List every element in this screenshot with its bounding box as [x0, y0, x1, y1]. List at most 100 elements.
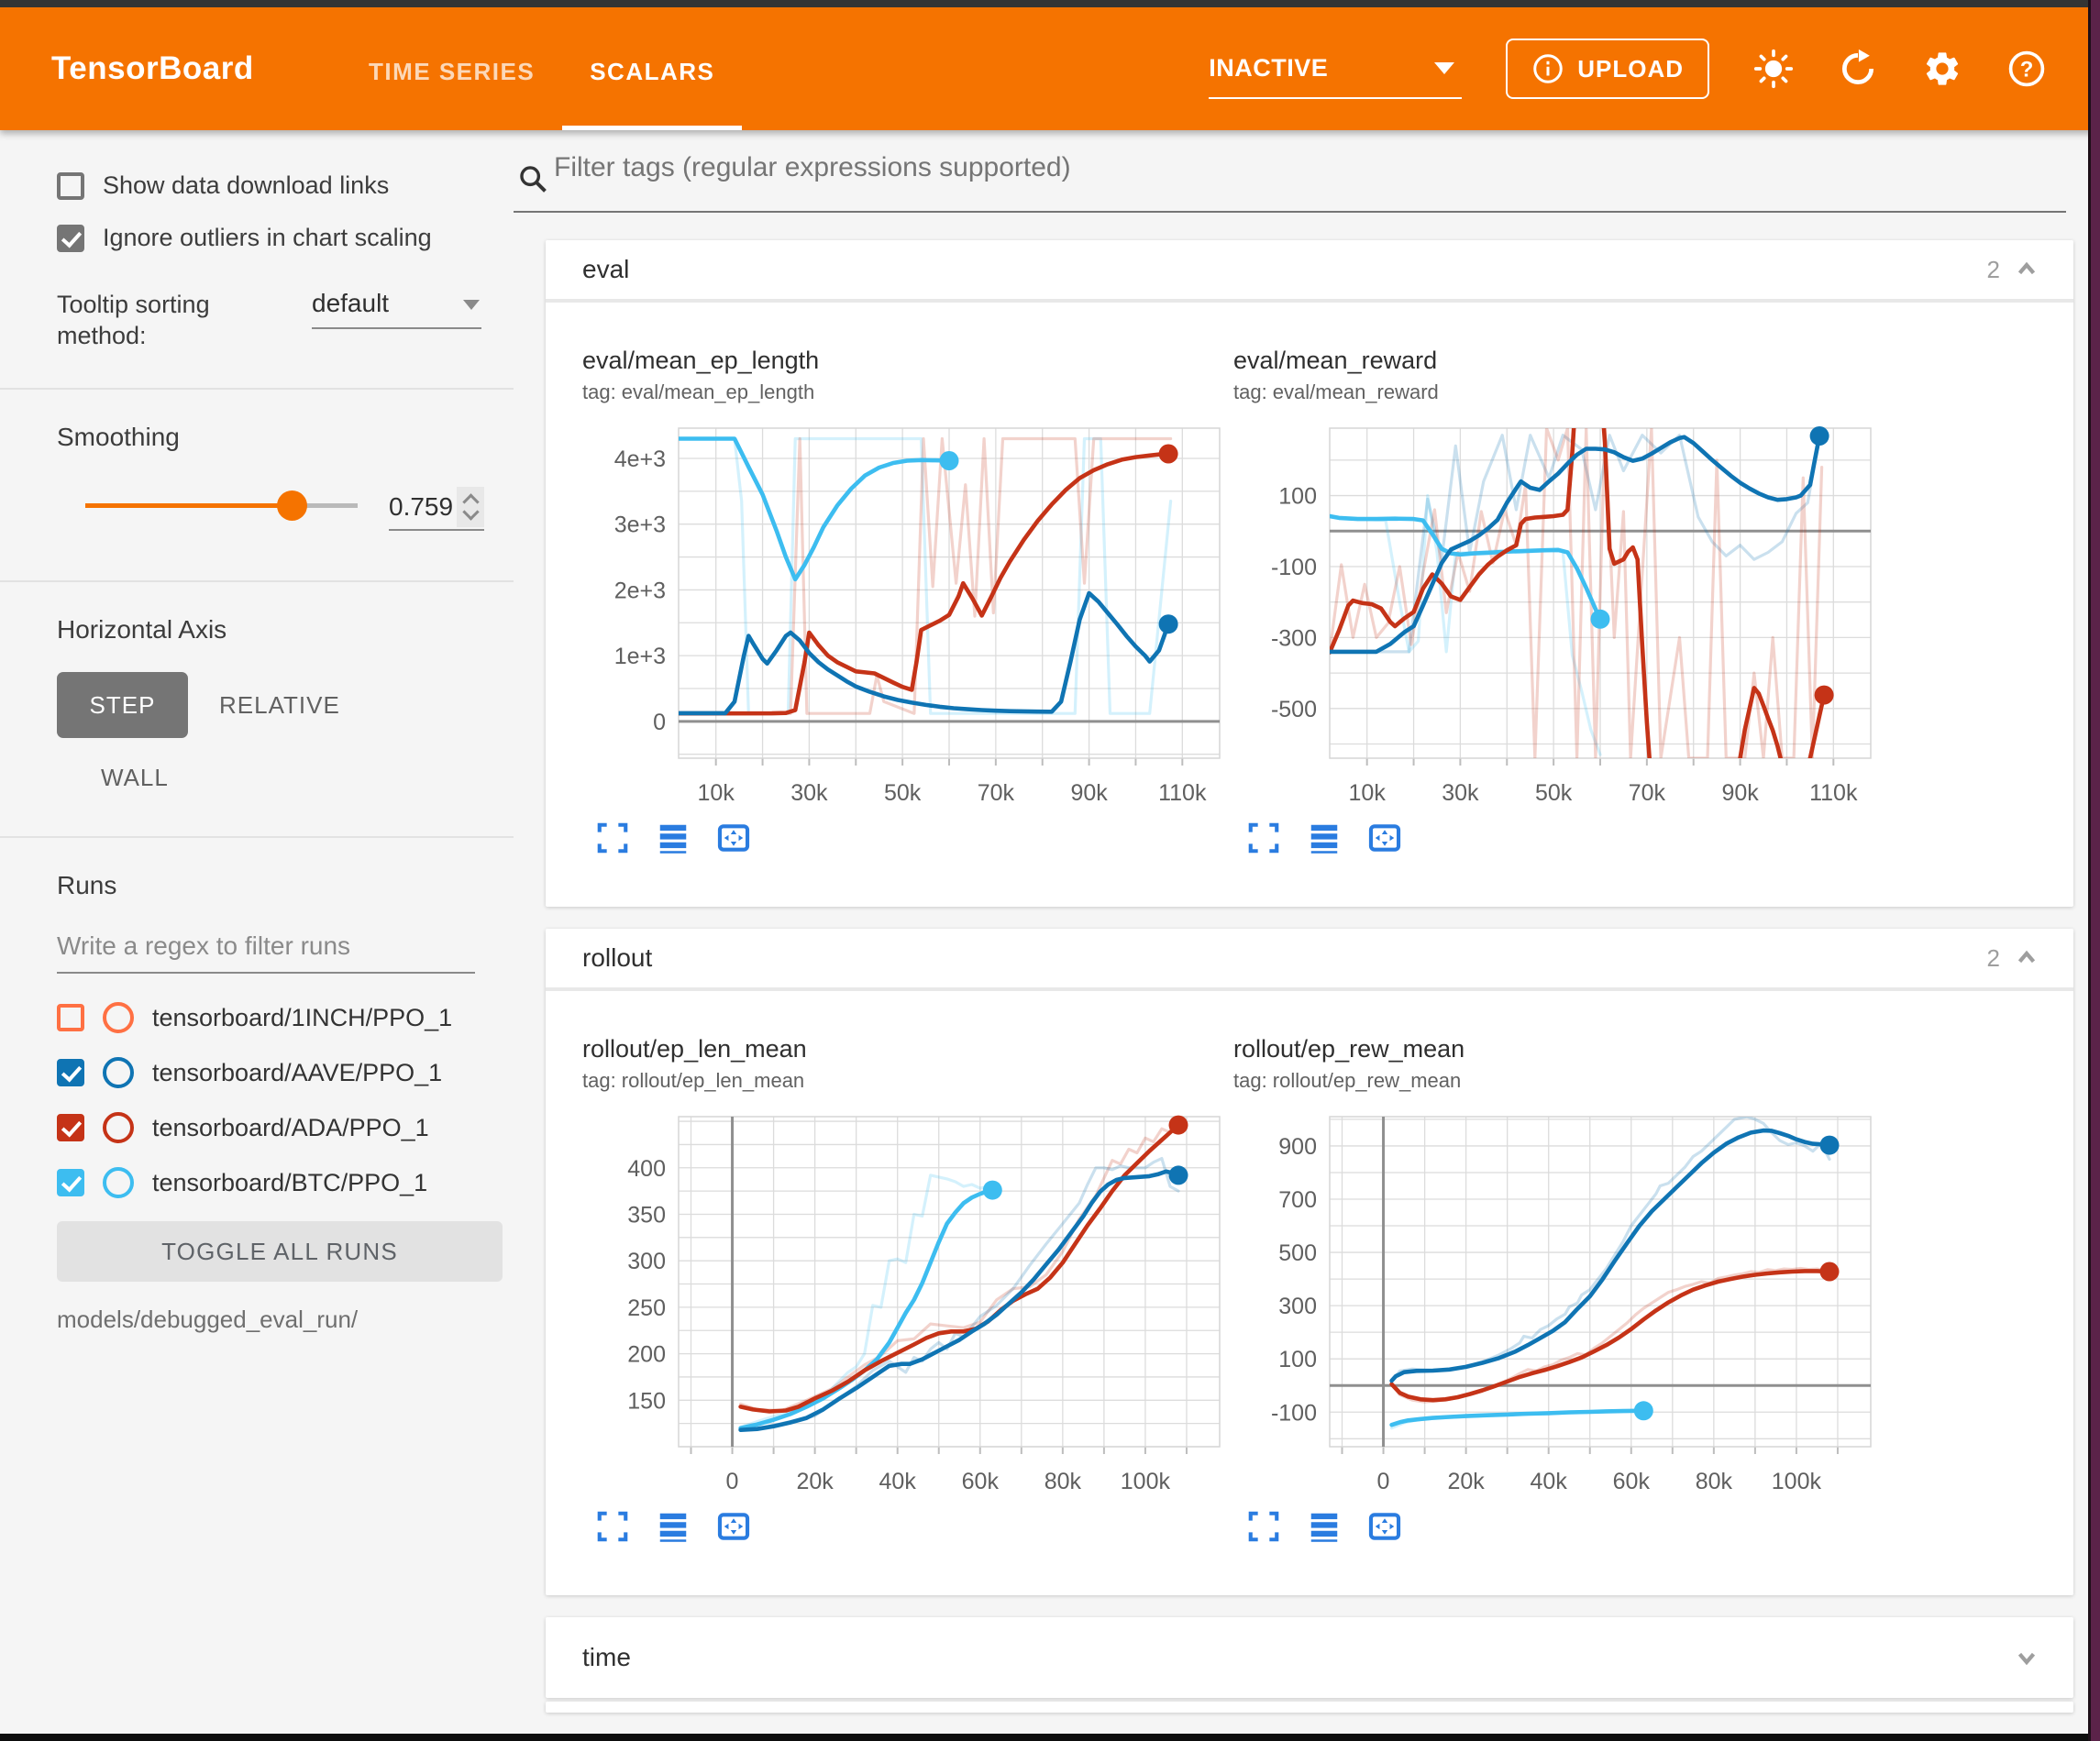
fullscreen-icon[interactable] [1246, 821, 1281, 855]
number-stepper[interactable] [457, 487, 484, 527]
run-checkbox[interactable] [57, 1004, 84, 1031]
upload-button[interactable]: UPLOAD [1506, 39, 1709, 99]
chart-rollout-ep-len-mean[interactable]: 150200250300350400020k40k60k80k100k [582, 1104, 1229, 1498]
data-table-icon[interactable] [656, 1509, 691, 1544]
smoothing-value-field[interactable]: 0.759 [389, 485, 484, 531]
svg-text:100k: 100k [1121, 1469, 1171, 1494]
logdir-path: models/debugged_eval_run/ [57, 1306, 514, 1334]
chart-tag: tag: rollout/ep_rew_mean [1233, 1069, 1880, 1093]
tab-scalars[interactable]: SCALARS [562, 7, 742, 130]
window-right-edge [2088, 0, 2100, 1741]
section-header-eval[interactable]: eval 2 [546, 240, 2073, 303]
run-checkbox[interactable] [57, 1169, 84, 1196]
chart-block-eval-mean-reward: eval/mean_reward tag: eval/mean_reward 1… [1233, 347, 1880, 855]
axis-relative-button[interactable]: RELATIVE [219, 691, 340, 720]
svg-text:?: ? [2020, 57, 2034, 82]
svg-text:100: 100 [1278, 1347, 1317, 1372]
chevron-up-icon[interactable] [2013, 944, 2040, 972]
tab-time-series[interactable]: TIME SERIES [341, 7, 562, 130]
settings-gear-icon[interactable] [1922, 49, 1962, 89]
chart-actions [582, 821, 1229, 855]
svg-text:3e+3: 3e+3 [614, 512, 666, 538]
svg-text:0: 0 [653, 710, 666, 735]
run-color-circle[interactable] [103, 1112, 134, 1143]
show-download-links-checkbox[interactable] [57, 172, 84, 200]
svg-text:100k: 100k [1772, 1469, 1822, 1494]
svg-text:200: 200 [627, 1342, 666, 1368]
run-label: tensorboard/AAVE/PPO_1 [152, 1059, 442, 1087]
run-checkbox[interactable] [57, 1114, 84, 1141]
chevron-down-icon[interactable] [2013, 1644, 2040, 1671]
section-title: rollout [582, 943, 1987, 973]
next-section-card-partial [546, 1702, 2073, 1713]
data-table-icon[interactable] [656, 821, 691, 855]
run-color-circle[interactable] [103, 1002, 134, 1033]
run-checkbox[interactable] [57, 1059, 84, 1086]
time-section-card[interactable]: time [546, 1617, 2073, 1698]
rollout-section-card: rollout 2 rollout/ep_len_mean tag: rollo… [546, 929, 2073, 1595]
tooltip-sorting-label: Tooltip sorting method: [57, 289, 286, 351]
chart-tag: tag: rollout/ep_len_mean [582, 1069, 1229, 1093]
toggle-all-runs-button[interactable]: TOGGLE ALL RUNS [57, 1221, 503, 1282]
status-dropdown[interactable]: INACTIVE [1209, 39, 1462, 99]
svg-text:150: 150 [627, 1388, 666, 1414]
chevron-up-icon[interactable] [2013, 256, 2040, 283]
chart-actions [582, 1509, 1229, 1544]
axis-step-button[interactable]: STEP [57, 672, 188, 738]
refresh-icon[interactable] [1838, 49, 1878, 89]
stepper-down-icon[interactable] [462, 503, 479, 520]
chart-title: rollout/ep_len_mean [582, 1035, 1229, 1063]
svg-text:250: 250 [627, 1295, 666, 1321]
svg-text:-300: -300 [1271, 625, 1317, 651]
tooltip-sorting-dropdown[interactable]: default [312, 289, 481, 329]
brightness-icon[interactable] [1753, 49, 1794, 89]
run-row-aave: tensorboard/AAVE/PPO_1 [57, 1056, 514, 1089]
svg-text:350: 350 [627, 1203, 666, 1229]
data-table-icon[interactable] [1307, 821, 1342, 855]
runs-heading: Runs [57, 871, 514, 900]
chart-rollout-ep-rew-mean[interactable]: -100100300500700900020k40k60k80k100k [1233, 1104, 1880, 1498]
info-icon [1531, 52, 1564, 85]
input-underline [514, 211, 2066, 213]
fit-to-domain-icon[interactable] [716, 1509, 751, 1544]
axis-wall-button[interactable]: WALL [101, 764, 514, 792]
run-color-circle[interactable] [103, 1057, 134, 1088]
eval-section-card: eval 2 eval/mean_ep_length tag: eval/mea… [546, 240, 2073, 907]
svg-text:100: 100 [1278, 484, 1317, 510]
app-header: TensorBoard TIME SERIES SCALARS INACTIVE… [0, 7, 2100, 130]
svg-text:70k: 70k [1629, 780, 1666, 806]
runs-regex-input[interactable] [57, 931, 475, 974]
fit-to-domain-icon[interactable] [716, 821, 751, 855]
chart-eval-mean-reward[interactable]: 100-100-300-50010k30k50k70k90k110k [1233, 415, 1880, 810]
tooltip-sorting-value: default [312, 289, 389, 317]
chart-tag: tag: eval/mean_reward [1233, 380, 1880, 404]
help-icon[interactable]: ? [2006, 49, 2047, 89]
svg-text:2e+3: 2e+3 [614, 578, 666, 603]
ignore-outliers-checkbox[interactable] [57, 225, 84, 252]
svg-text:30k: 30k [790, 780, 828, 806]
section-chart-count: 2 [1987, 256, 2000, 284]
svg-text:60k: 60k [962, 1469, 1000, 1494]
slider-fill [85, 503, 292, 508]
svg-text:70k: 70k [978, 780, 1015, 806]
svg-text:4e+3: 4e+3 [614, 446, 666, 472]
chart-eval-mean-ep-length[interactable]: 01e+32e+33e+34e+310k30k50k70k90k110k [582, 415, 1229, 810]
svg-text:-500: -500 [1271, 697, 1317, 722]
run-list: tensorboard/1INCH/PPO_1 tensorboard/AAVE… [0, 1001, 514, 1199]
chart-block-rollout-ep-len-mean: rollout/ep_len_mean tag: rollout/ep_len_… [582, 1035, 1229, 1544]
svg-text:40k: 40k [1531, 1469, 1568, 1494]
slider-thumb[interactable] [277, 490, 307, 521]
chart-title: eval/mean_reward [1233, 347, 1880, 375]
fullscreen-icon[interactable] [595, 821, 630, 855]
data-table-icon[interactable] [1307, 1509, 1342, 1544]
fullscreen-icon[interactable] [1246, 1509, 1281, 1544]
run-color-circle[interactable] [103, 1167, 134, 1198]
svg-text:30k: 30k [1442, 780, 1479, 806]
fit-to-domain-icon[interactable] [1367, 821, 1402, 855]
fit-to-domain-icon[interactable] [1367, 1509, 1402, 1544]
tag-filter-input[interactable] [554, 152, 2066, 196]
settings-sidebar: Show data download links Ignore outliers… [0, 130, 514, 1734]
ignore-outliers-label: Ignore outliers in chart scaling [103, 224, 432, 252]
section-header-rollout[interactable]: rollout 2 [546, 929, 2073, 991]
fullscreen-icon[interactable] [595, 1509, 630, 1544]
